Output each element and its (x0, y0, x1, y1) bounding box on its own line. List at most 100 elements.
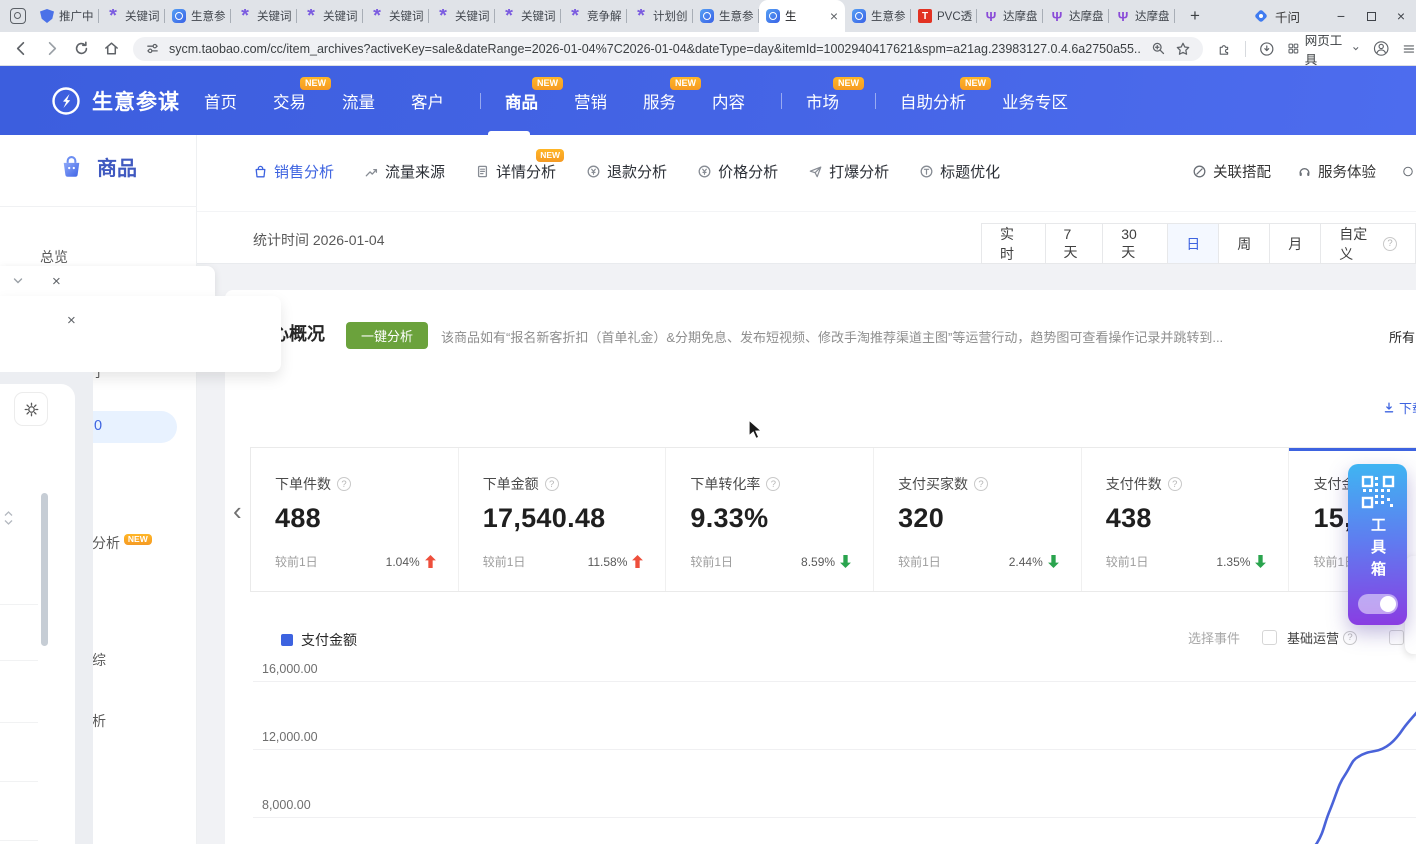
top-nav-item[interactable]: 业务专区 (1002, 66, 1068, 135)
download-icon[interactable] (1259, 40, 1275, 58)
clipped-link-icon[interactable] (1402, 164, 1414, 179)
home-icon[interactable] (103, 40, 120, 57)
web-tools-menu[interactable]: 网页工具 (1287, 30, 1360, 68)
top-nav-item[interactable]: 服务 NEW (643, 66, 676, 135)
window-maximize-button[interactable] (1356, 8, 1386, 24)
tab-traffic-source[interactable]: 流量来源 NEW (364, 161, 445, 182)
tab-refund-analysis[interactable]: 退款分析 (586, 161, 667, 182)
date-range-button[interactable]: 7天 (1045, 223, 1104, 264)
date-range-button[interactable]: 实时 (981, 223, 1046, 264)
floating-panel[interactable] (0, 372, 93, 844)
metric-card[interactable]: 下单转化率 9.33% 较前1日 8.59% (666, 448, 874, 591)
site-settings-icon[interactable] (145, 41, 160, 56)
forward-icon[interactable] (43, 40, 60, 57)
reload-icon[interactable] (73, 40, 90, 57)
top-nav-item[interactable]: 营销 (574, 66, 607, 135)
chevron-down-icon[interactable] (3, 518, 14, 526)
carousel-prev-icon[interactable]: ‹ (233, 498, 242, 524)
bookmark-star-icon[interactable] (1175, 41, 1191, 57)
top-nav-item[interactable]: 商品 NEW (480, 66, 538, 135)
zoom-page-icon[interactable] (1151, 41, 1166, 56)
chevron-up-icon[interactable] (3, 510, 14, 518)
clipped-checkbox[interactable] (1389, 630, 1404, 645)
tab-blast-analysis[interactable]: 打爆分析 (808, 161, 889, 182)
browser-tab[interactable]: 生意参 × (845, 0, 911, 32)
profile-avatar-icon[interactable] (1373, 39, 1389, 58)
toolbox-toggle[interactable] (1358, 594, 1398, 614)
browser-tab[interactable]: 达摩盘 × (977, 0, 1043, 32)
top-nav-item[interactable]: 流量 (342, 66, 375, 135)
browser-tab[interactable]: PVC透 × (911, 0, 977, 32)
metric-card[interactable]: 下单件数 488 较前1日 1.04% (251, 448, 459, 591)
sidebar-item-fragment[interactable]: 析 (92, 711, 106, 731)
link-service-experience[interactable]: 服务体验 (1297, 161, 1376, 182)
sidebar-item-fragment[interactable]: 综 (92, 650, 106, 670)
date-range-button[interactable]: 周 (1218, 223, 1270, 264)
help-icon[interactable] (1168, 477, 1182, 491)
settings-button[interactable] (14, 392, 48, 426)
scrollbar-thumb[interactable] (41, 493, 48, 646)
assistant-button[interactable]: 千问 (1253, 7, 1300, 26)
top-nav-item[interactable]: 内容 (712, 66, 745, 135)
browser-tab[interactable]: 关键词 × (495, 0, 561, 32)
floating-window[interactable]: × (0, 296, 281, 372)
browser-tab[interactable]: 生意参 × (693, 0, 759, 32)
close-icon[interactable]: × (52, 273, 61, 290)
browser-tab[interactable]: 关键词 × (297, 0, 363, 32)
toolbox-widget[interactable]: 工具箱 (1348, 464, 1407, 625)
browser-tab[interactable]: 竞争解 × (561, 0, 627, 32)
chart-legend[interactable]: 支付金额 (281, 630, 357, 650)
date-range-button[interactable]: 自定义 (1320, 223, 1416, 264)
chevron-down-icon[interactable] (12, 275, 24, 287)
browser-tab[interactable]: 关键词 × (231, 0, 297, 32)
browser-tab[interactable]: 生 × (759, 0, 845, 32)
sidebar-item-analysis[interactable]: 分析 NEW (92, 533, 152, 553)
overview-more-text[interactable]: 所有 (1389, 327, 1415, 346)
window-minimize-button[interactable]: − (1326, 8, 1356, 24)
tab-price-analysis[interactable]: 价格分析 (697, 161, 778, 182)
top-nav-item[interactable]: 客户 (411, 66, 444, 135)
date-range-button[interactable]: 30天 (1102, 223, 1168, 264)
browser-tab[interactable]: 关键词 × (363, 0, 429, 32)
extensions-icon[interactable] (1217, 40, 1232, 57)
browser-tab[interactable]: 关键词 × (99, 0, 165, 32)
browser-tab[interactable]: 推广中 × (33, 0, 99, 32)
base-ops-checkbox[interactable] (1262, 630, 1277, 645)
link-related-match[interactable]: 关联搭配 (1192, 161, 1271, 182)
metric-card[interactable]: 支付件数 438 较前1日 1.35% (1082, 448, 1290, 591)
tab-search-icon[interactable] (10, 8, 26, 24)
browser-menu-icon[interactable] (1402, 41, 1416, 57)
top-nav-item[interactable]: 市场 NEW (781, 66, 839, 135)
tab-sales-analysis[interactable]: 销售分析 (253, 161, 334, 182)
floating-window-collapsed[interactable]: × (0, 266, 215, 296)
help-icon[interactable] (974, 477, 988, 491)
browser-tab[interactable]: 生意参 × (165, 0, 231, 32)
browser-tab[interactable]: 达摩盘 × (1109, 0, 1175, 32)
tab-detail-analysis[interactable]: 详情分析 NEW (475, 161, 556, 182)
top-nav-item[interactable]: 交易 NEW (273, 66, 306, 135)
download-link[interactable]: 下载 (1383, 398, 1416, 417)
tab-title-optimization[interactable]: 标题优化 (919, 161, 1000, 182)
new-tab-button[interactable]: + (1185, 6, 1205, 26)
window-close-button[interactable]: × (1386, 8, 1416, 24)
help-icon[interactable] (545, 477, 559, 491)
stepper-control[interactable] (3, 510, 14, 526)
url-text[interactable]: sycm.taobao.com/cc/item_archives?activeK… (169, 42, 1142, 56)
tab-close-icon[interactable]: × (830, 8, 841, 24)
browser-tab[interactable]: 达摩盘 × (1043, 0, 1109, 32)
metric-card[interactable]: 支付买家数 320 较前1日 2.44% (874, 448, 1082, 591)
help-icon[interactable] (766, 477, 780, 491)
metric-card[interactable]: 下单金额 17,540.48 较前1日 11.58% (459, 448, 667, 591)
address-bar[interactable]: sycm.taobao.com/cc/item_archives?activeK… (133, 37, 1203, 61)
help-icon[interactable] (337, 477, 351, 491)
brand[interactable]: 生意参谋 (50, 85, 180, 117)
help-icon[interactable] (1343, 631, 1357, 645)
browser-tab[interactable]: 计划创 × (627, 0, 693, 32)
one-click-analyze-button[interactable]: 一键分析 (346, 322, 428, 349)
close-icon[interactable]: × (67, 312, 76, 329)
top-nav-item[interactable]: 首页 (204, 66, 237, 135)
browser-tab[interactable]: 关键词 × (429, 0, 495, 32)
date-range-button[interactable]: 月 (1269, 223, 1321, 264)
top-nav-item[interactable]: 自助分析 NEW (875, 66, 966, 135)
sidebar-item-overview[interactable]: 总览 (40, 247, 68, 267)
